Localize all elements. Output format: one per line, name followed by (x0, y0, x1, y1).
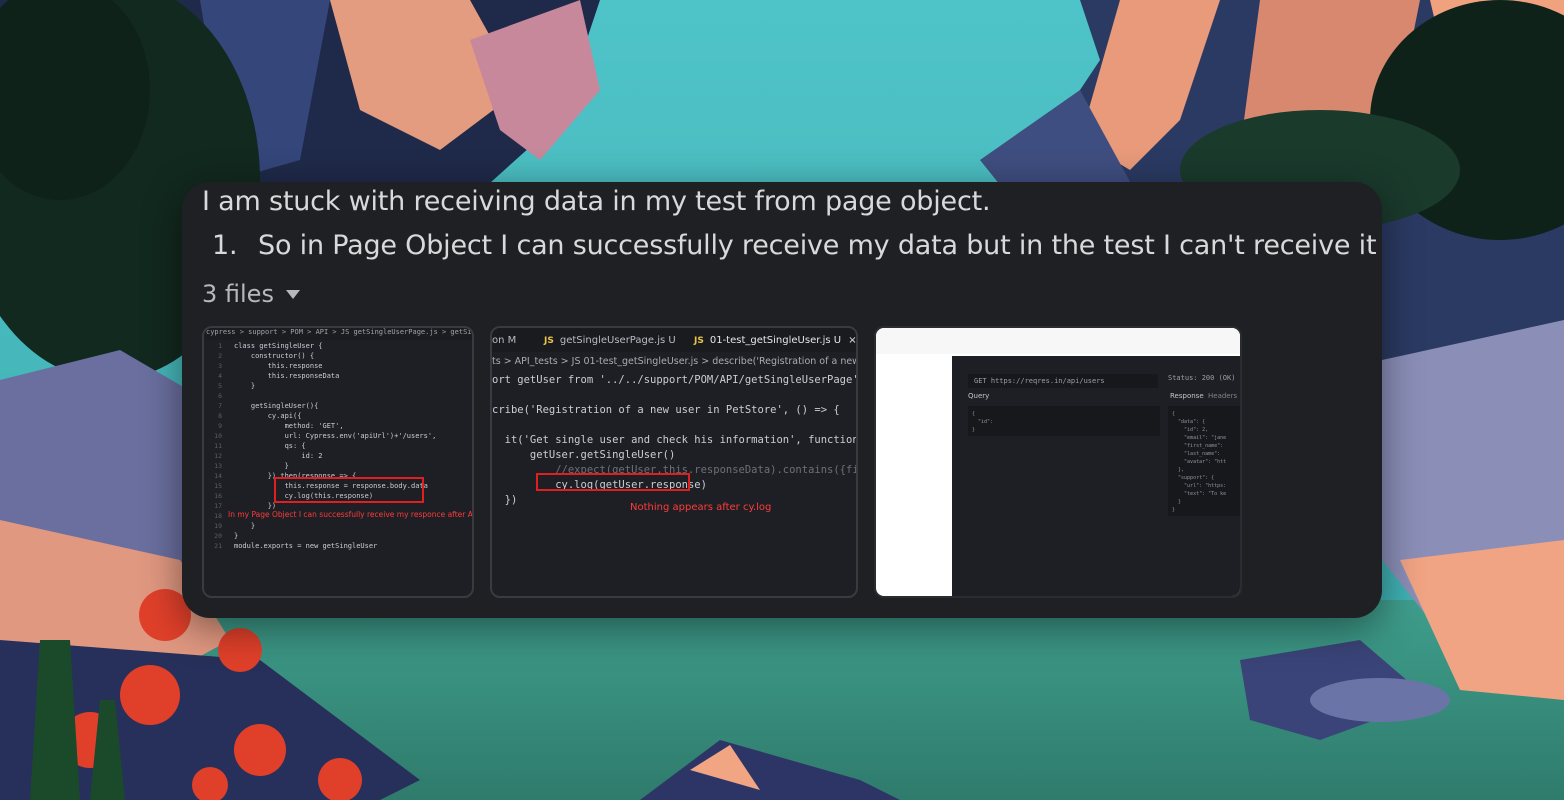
response-status: Status: 200 (OK) Dura (1168, 374, 1240, 382)
line-number: 18 (214, 512, 222, 520)
window-titlebar (876, 328, 1240, 354)
tab-01-test: JS 01-test_getSingleUser.js U × (694, 335, 857, 346)
api-client-panel: GET https://reqres.in/api/users Status: … (952, 356, 1240, 596)
code-text: qs: { (234, 442, 306, 450)
message-text: I am stuck with receiving data in my tes… (202, 186, 991, 217)
code-text: constructor() { (234, 352, 315, 360)
files-count-label: 3 files (202, 280, 274, 308)
js-file-icon: JS (694, 336, 704, 346)
line-number: 20 (214, 532, 222, 540)
response-tab: Response (1170, 392, 1204, 400)
query-body: { "id": } (968, 406, 1160, 436)
code-line: }) (492, 494, 518, 506)
code-line: 7 getSingleUser(){ (204, 401, 472, 411)
highlight-box (536, 473, 690, 491)
code-line: 12 id: 2 (204, 451, 472, 461)
code-line: ort getUser from '../../support/POM/API/… (492, 374, 858, 386)
line-number: 7 (218, 402, 222, 410)
code-line: 5 } (204, 381, 472, 391)
line-number: 5 (218, 382, 222, 390)
file-thumbnail-1[interactable]: cypress > support > POM > API > JS getSi… (202, 326, 474, 598)
tab-partial: on M (492, 335, 517, 346)
code-text: this.response (234, 362, 323, 370)
code-text: cy.api({ (234, 412, 302, 420)
file-thumbnail-2[interactable]: on M JS getSingleUserPage.js U JS 01-test_… (490, 326, 858, 598)
code-text: class getSingleUser { (234, 342, 323, 350)
code-text: } (234, 522, 256, 530)
code-text: module.exports = new getSingleUser (234, 542, 378, 550)
code-line: 4 this.responseData (204, 371, 472, 381)
editor-breadcrumb: ts > API_tests > JS 01-test_getSingleUse… (492, 356, 858, 367)
files-toggle-button[interactable]: 3 files (202, 280, 300, 308)
code-text: id: 2 (234, 452, 323, 460)
line-number: 15 (214, 482, 222, 490)
query-label: Query (968, 392, 990, 400)
line-number: 21 (214, 542, 222, 550)
code-line: 13 } (204, 461, 472, 471)
line-number: 14 (214, 472, 222, 480)
code-text: } (234, 382, 256, 390)
code-line: 10 url: Cypress.env('apiUrl')+'/users', (204, 431, 472, 441)
code-line: 21 module.exports = new getSingleUser (204, 541, 472, 551)
line-number: 12 (214, 452, 222, 460)
code-line: 20} (204, 531, 472, 541)
code-line: 11 qs: { (204, 441, 472, 451)
line-number: 9 (218, 422, 222, 430)
code-text: getSingleUser(){ (234, 402, 319, 410)
code-line: 6 (204, 391, 472, 401)
line-number: 16 (214, 492, 222, 500)
code-text: url: Cypress.env('apiUrl')+'/users', (234, 432, 437, 440)
annotation-text: In my Page Object I can successfully rec… (228, 510, 474, 519)
code-text: } (234, 462, 289, 470)
line-number: 4 (218, 372, 222, 380)
line-number: 2 (218, 352, 222, 360)
code-line: 19 } (204, 521, 472, 531)
line-number: 1 (218, 342, 222, 350)
code-line: getUser.getSingleUser() (492, 449, 676, 461)
line-number: 6 (218, 392, 222, 400)
line-number: 11 (214, 442, 222, 450)
highlight-box (274, 477, 424, 503)
list-number: 1. (212, 230, 238, 261)
message-card: I am stuck with receiving data in my tes… (182, 182, 1382, 618)
annotation-text: Nothing appears after cy.log (630, 502, 772, 513)
file-thumbnail-3[interactable]: GET https://reqres.in/api/users Status: … (874, 326, 1242, 598)
line-number: 19 (214, 522, 222, 530)
request-url: GET https://reqres.in/api/users (968, 374, 1158, 388)
close-icon: × (848, 335, 857, 346)
code-text: } (234, 532, 239, 540)
line-number: 13 (214, 462, 222, 470)
code-text: this.responseData (234, 372, 340, 380)
js-file-icon: JS (544, 336, 554, 346)
line-number: 3 (218, 362, 222, 370)
code-line: it('Get single user and check his inform… (492, 434, 858, 446)
caret-down-icon (285, 289, 300, 299)
code-line: 8 cy.api({ (204, 411, 472, 421)
response-body: { "data": { "id": 2, "email": "jane "fir… (1168, 406, 1240, 516)
line-number: 8 (218, 412, 222, 420)
line-number: 10 (214, 432, 222, 440)
code-line: cribe('Registration of a new user in Pet… (492, 404, 840, 416)
editor-tab-bar: on M JS getSingleUserPage.js U JS 01-test_… (492, 328, 856, 352)
tab-getsingleuserpage: JS getSingleUserPage.js U (544, 335, 676, 346)
headers-tab: Headers (1208, 392, 1238, 400)
code-text: method: 'GET', (234, 422, 344, 430)
code-line: 2 constructor() { (204, 351, 472, 361)
message-list-item: 1. So in Page Object I can successfully r… (212, 230, 1377, 261)
editor-breadcrumb: cypress > support > POM > API > JS getSi… (204, 328, 472, 340)
line-number: 17 (214, 502, 222, 510)
code-line: 1 class getSingleUser { (204, 341, 472, 351)
code-line: 9 method: 'GET', (204, 421, 472, 431)
code-line: 3 this.response (204, 361, 472, 371)
code-editor: 1 class getSingleUser {2 constructor() {3… (204, 340, 472, 596)
list-item-text: So in Page Object I can successfully rec… (258, 230, 1377, 261)
